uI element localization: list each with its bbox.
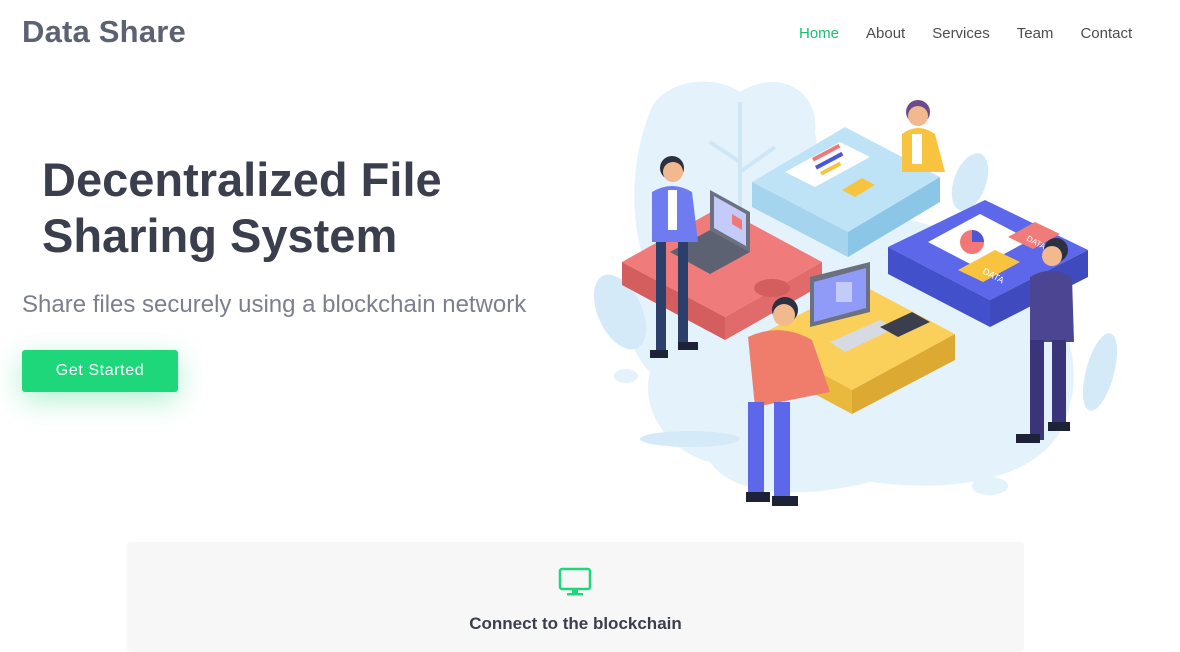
nav-home[interactable]: Home xyxy=(799,25,839,42)
nav-contact[interactable]: Contact xyxy=(1080,25,1132,42)
nav-about[interactable]: About xyxy=(866,25,905,42)
feature-title: Connect to the blockchain xyxy=(469,614,682,633)
get-started-button[interactable]: Get Started xyxy=(22,350,178,392)
nav-team[interactable]: Team xyxy=(1017,25,1054,42)
person-figure xyxy=(902,100,945,172)
brand-logo[interactable]: Data Share xyxy=(22,14,186,50)
hero-subtitle: Share files securely using a blockchain … xyxy=(22,291,527,318)
main-nav: Home About Services Team Contact xyxy=(799,25,1159,42)
feature-card: Connect to the blockchain xyxy=(127,542,1024,652)
hero-illustration: DATA DATA xyxy=(593,81,1118,506)
monitor-icon xyxy=(558,567,592,596)
hero-title: Decentralized File Sharing System xyxy=(42,153,442,262)
nav-services[interactable]: Services xyxy=(932,25,990,42)
